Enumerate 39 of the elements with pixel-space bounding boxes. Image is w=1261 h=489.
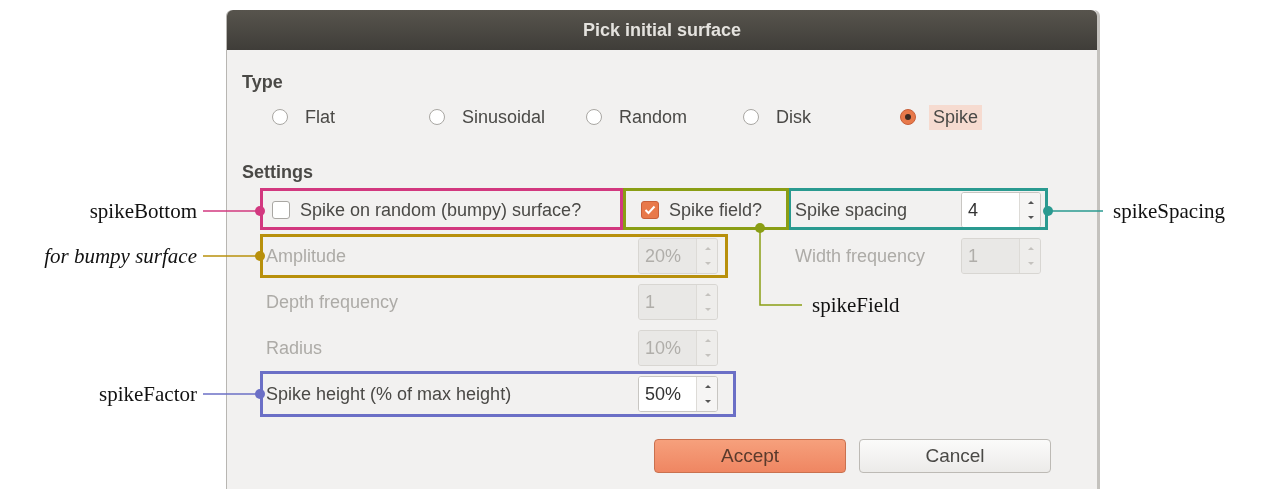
window-title: Pick initial surface <box>582 19 742 41</box>
accept-button[interactable]: Accept <box>654 439 846 473</box>
leader-line <box>203 250 266 262</box>
radio-label[interactable]: Sinusoidal <box>458 104 550 130</box>
field-label: Amplitude <box>266 245 348 267</box>
radio-label[interactable]: Random <box>615 104 692 130</box>
radio-button[interactable] <box>586 109 602 125</box>
checkbox-label[interactable]: Spike on random (bumpy) surface? <box>300 199 582 221</box>
leader-line <box>203 205 266 217</box>
field-label: Spike height (% of max height) <box>266 383 513 405</box>
checkbox[interactable] <box>641 201 659 219</box>
leader-line <box>203 388 266 400</box>
field-label: Depth frequency <box>266 291 400 313</box>
field-label: Spike spacing <box>795 199 909 221</box>
checkbox-label[interactable]: Spike field? <box>669 199 763 221</box>
leader-line <box>1042 205 1104 217</box>
annotation-label: spikeFactor <box>99 382 197 406</box>
field-label: Width frequency <box>795 245 927 267</box>
section-heading: Type <box>242 71 284 94</box>
checkbox[interactable] <box>272 201 290 219</box>
stepper-arrows-icon[interactable] <box>696 377 717 411</box>
radio-label[interactable]: Spike <box>929 104 983 130</box>
annotation-label: spikeSpacing <box>1113 199 1225 223</box>
checkmark-icon <box>644 205 656 215</box>
radio-label[interactable]: Flat <box>301 104 339 130</box>
stepper-arrows-icon[interactable] <box>1019 193 1040 227</box>
annotation-label: spikeBottom <box>89 199 197 223</box>
radio-button[interactable] <box>900 109 916 125</box>
annotation-label: spikeField <box>812 293 900 317</box>
cancel-button[interactable]: Cancel <box>859 439 1051 473</box>
field-label: Radius <box>266 337 324 359</box>
spin-box[interactable]: 4 <box>961 192 1041 228</box>
section-heading: Settings <box>242 161 314 184</box>
radio-label[interactable]: Disk <box>772 104 815 130</box>
spin-box[interactable]: 50% <box>638 376 718 412</box>
annotation-label: for bumpy surface <box>44 244 197 268</box>
radio-button[interactable] <box>272 109 288 125</box>
radio-button[interactable] <box>743 109 759 125</box>
radio-button[interactable] <box>429 109 445 125</box>
